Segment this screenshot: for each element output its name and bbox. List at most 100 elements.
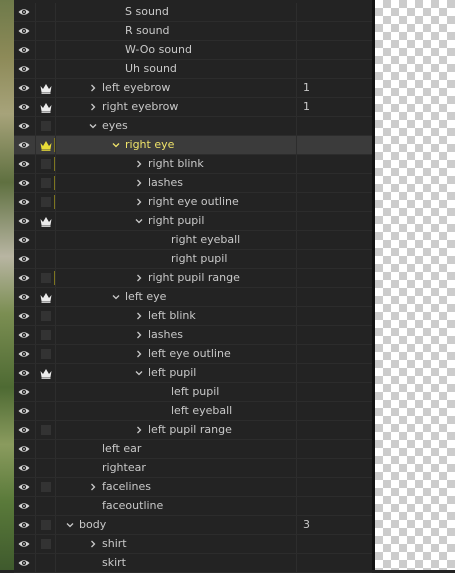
- layer-row[interactable]: lashes: [14, 174, 372, 193]
- layer-state-cell[interactable]: [36, 307, 56, 325]
- layer-state-cell[interactable]: [36, 231, 56, 249]
- chevron-down-icon[interactable]: [112, 293, 120, 301]
- chevron-right-icon[interactable]: [135, 331, 143, 339]
- layer-state-cell[interactable]: [36, 402, 56, 420]
- visibility-toggle[interactable]: [14, 288, 36, 306]
- chevron-right-icon[interactable]: [89, 483, 97, 491]
- layer-name-cell[interactable]: left eye: [56, 288, 296, 306]
- visibility-toggle[interactable]: [14, 231, 36, 249]
- chevron-right-icon[interactable]: [135, 350, 143, 358]
- layer-row[interactable]: left pupil: [14, 383, 372, 402]
- layer-row[interactable]: right pupil range: [14, 269, 372, 288]
- layer-state-cell[interactable]: [36, 383, 56, 401]
- layer-state-cell[interactable]: [36, 250, 56, 268]
- layer-row[interactable]: left pupil range: [14, 421, 372, 440]
- layer-name-cell[interactable]: lashes: [56, 326, 296, 344]
- layer-name-cell[interactable]: facelines: [56, 478, 296, 496]
- layer-row[interactable]: facelines: [14, 478, 372, 497]
- layer-row[interactable]: right pupil: [14, 250, 372, 269]
- layer-row[interactable]: Uh sound: [14, 60, 372, 79]
- chevron-right-icon[interactable]: [89, 103, 97, 111]
- layer-name-cell[interactable]: lashes: [56, 174, 296, 192]
- visibility-toggle[interactable]: [14, 98, 36, 116]
- visibility-toggle[interactable]: [14, 174, 36, 192]
- layer-row[interactable]: right eyebrow 1: [14, 98, 372, 117]
- layer-row[interactable]: shirt: [14, 535, 372, 554]
- visibility-toggle[interactable]: [14, 383, 36, 401]
- layer-name-cell[interactable]: left ear: [56, 440, 296, 458]
- layer-state-cell[interactable]: [36, 136, 56, 154]
- layer-state-cell[interactable]: [36, 174, 56, 192]
- layer-name-cell[interactable]: left eyeball: [56, 402, 296, 420]
- visibility-toggle[interactable]: [14, 402, 36, 420]
- layer-row[interactable]: left pupil: [14, 364, 372, 383]
- layer-name-cell[interactable]: right blink: [56, 155, 296, 173]
- layer-name-cell[interactable]: eyes: [56, 117, 296, 135]
- visibility-toggle[interactable]: [14, 554, 36, 572]
- layer-state-cell[interactable]: [36, 345, 56, 363]
- visibility-toggle[interactable]: [14, 269, 36, 287]
- layer-name-cell[interactable]: right pupil range: [56, 269, 296, 287]
- chevron-down-icon[interactable]: [112, 141, 120, 149]
- visibility-toggle[interactable]: [14, 440, 36, 458]
- layer-name-cell[interactable]: right pupil: [56, 250, 296, 268]
- visibility-toggle[interactable]: [14, 193, 36, 211]
- layer-state-cell[interactable]: [36, 288, 56, 306]
- chevron-down-icon[interactable]: [66, 521, 74, 529]
- layer-row[interactable]: right eye outline: [14, 193, 372, 212]
- layer-row[interactable]: right blink: [14, 155, 372, 174]
- layer-state-cell[interactable]: [36, 535, 56, 553]
- layer-state-cell[interactable]: [36, 421, 56, 439]
- layer-state-cell[interactable]: [36, 22, 56, 40]
- layer-row[interactable]: eyes: [14, 117, 372, 136]
- visibility-toggle[interactable]: [14, 60, 36, 78]
- visibility-toggle[interactable]: [14, 345, 36, 363]
- layer-name-cell[interactable]: left pupil: [56, 383, 296, 401]
- layer-row[interactable]: skirt: [14, 554, 372, 573]
- layer-row[interactable]: left eyebrow 1: [14, 79, 372, 98]
- layer-state-cell[interactable]: [36, 497, 56, 515]
- layer-name-cell[interactable]: skirt: [56, 554, 296, 572]
- layer-name-cell[interactable]: right pupil: [56, 212, 296, 230]
- layer-row[interactable]: right pupil: [14, 212, 372, 231]
- visibility-toggle[interactable]: [14, 250, 36, 268]
- chevron-down-icon[interactable]: [89, 122, 97, 130]
- layer-state-cell[interactable]: [36, 79, 56, 97]
- chevron-down-icon[interactable]: [135, 369, 143, 377]
- chevron-right-icon[interactable]: [135, 198, 143, 206]
- layer-row[interactable]: faceoutline: [14, 497, 372, 516]
- layer-row[interactable]: body 3: [14, 516, 372, 535]
- visibility-toggle[interactable]: [14, 535, 36, 553]
- layer-name-cell[interactable]: Uh sound: [56, 60, 296, 78]
- chevron-down-icon[interactable]: [135, 217, 143, 225]
- layer-name-cell[interactable]: right eye outline: [56, 193, 296, 211]
- layer-name-cell[interactable]: S sound: [56, 3, 296, 21]
- visibility-toggle[interactable]: [14, 212, 36, 230]
- chevron-right-icon[interactable]: [135, 426, 143, 434]
- layer-row[interactable]: left eyeball: [14, 402, 372, 421]
- visibility-toggle[interactable]: [14, 421, 36, 439]
- layer-name-cell[interactable]: left eyebrow: [56, 79, 296, 97]
- layer-state-cell[interactable]: [36, 516, 56, 534]
- chevron-right-icon[interactable]: [89, 84, 97, 92]
- layer-state-cell[interactable]: [36, 554, 56, 572]
- layer-state-cell[interactable]: [36, 440, 56, 458]
- layer-state-cell[interactable]: [36, 41, 56, 59]
- layer-row[interactable]: right eyeball: [14, 231, 372, 250]
- visibility-toggle[interactable]: [14, 41, 36, 59]
- layer-state-cell[interactable]: [36, 478, 56, 496]
- layer-name-cell[interactable]: faceoutline: [56, 497, 296, 515]
- layer-row[interactable]: rightear: [14, 459, 372, 478]
- layer-name-cell[interactable]: left eye outline: [56, 345, 296, 363]
- chevron-right-icon[interactable]: [89, 540, 97, 548]
- layer-state-cell[interactable]: [36, 117, 56, 135]
- chevron-right-icon[interactable]: [135, 312, 143, 320]
- layer-name-cell[interactable]: right eyebrow: [56, 98, 296, 116]
- layer-row[interactable]: left eye: [14, 288, 372, 307]
- layer-name-cell[interactable]: left blink: [56, 307, 296, 325]
- layer-row[interactable]: lashes: [14, 326, 372, 345]
- visibility-toggle[interactable]: [14, 459, 36, 477]
- layer-name-cell[interactable]: right eye: [56, 136, 296, 154]
- layer-row[interactable]: left blink: [14, 307, 372, 326]
- visibility-toggle[interactable]: [14, 326, 36, 344]
